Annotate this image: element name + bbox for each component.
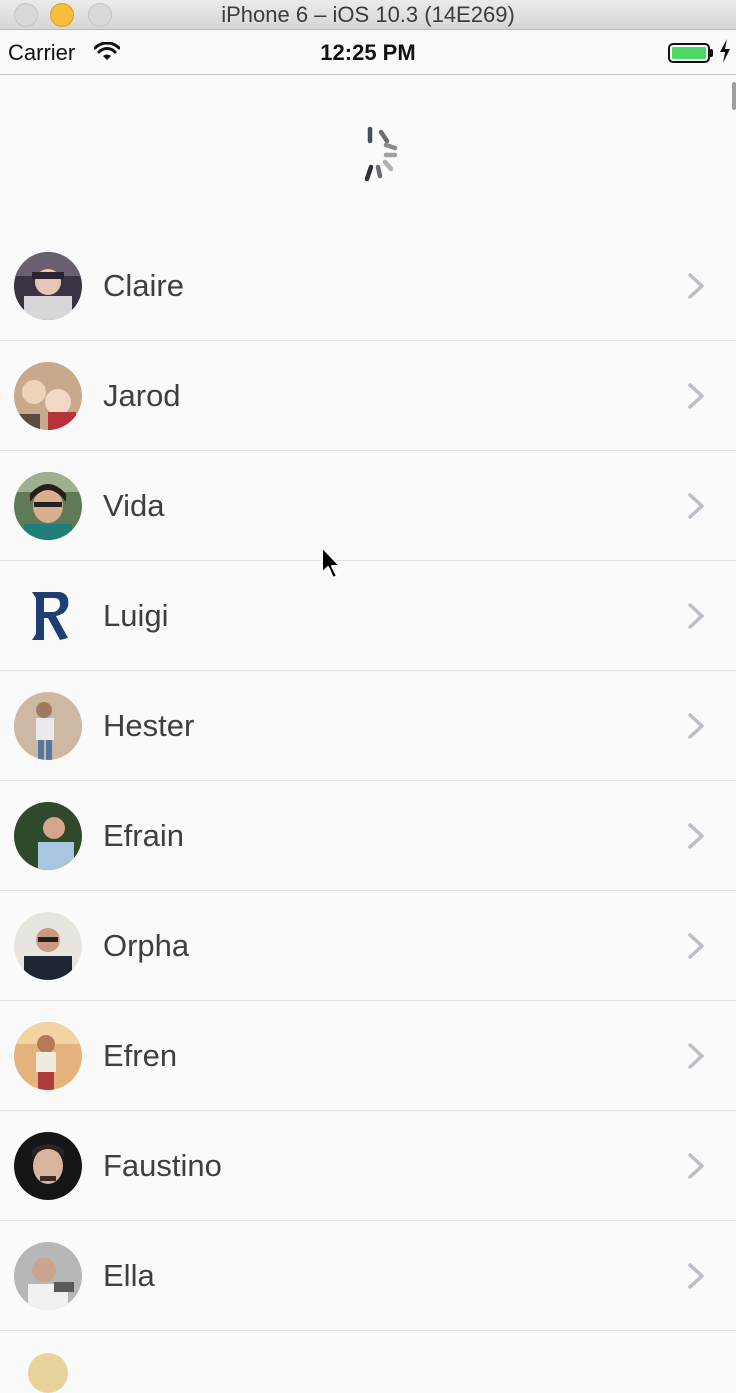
chevron-right-icon — [686, 1042, 706, 1075]
avatar — [14, 472, 82, 540]
window-title: iPhone 6 – iOS 10.3 (14E269) — [221, 2, 515, 27]
contact-name: Jarod — [103, 378, 181, 413]
contact-name: Claire — [103, 268, 184, 303]
avatar — [14, 802, 82, 870]
avatar — [14, 1132, 82, 1200]
status-bar: Carrier 12:25 PM — [0, 30, 736, 75]
contact-name: Hester — [103, 708, 195, 743]
loading-spinner-icon — [356, 124, 404, 184]
contact-name: Faustino — [103, 1148, 222, 1183]
simulator-title-bar: iPhone 6 – iOS 10.3 (14E269) — [0, 0, 736, 30]
contact-name: Efren — [103, 1038, 178, 1073]
battery-icon — [668, 43, 713, 63]
list-item[interactable]: Orpha — [0, 891, 736, 1001]
contact-name: Efrain — [103, 818, 184, 853]
mouse-cursor-icon — [320, 545, 344, 586]
list-item[interactable]: Vida — [0, 451, 736, 561]
chevron-right-icon — [686, 712, 706, 745]
chevron-right-icon — [686, 1152, 706, 1185]
chevron-right-icon — [686, 932, 706, 965]
chevron-right-icon — [686, 1262, 706, 1295]
list-item[interactable]: Faustino — [0, 1111, 736, 1221]
avatar — [14, 912, 82, 980]
list-item[interactable]: Luigi — [0, 561, 736, 671]
avatar — [14, 692, 82, 760]
contact-name: Orpha — [103, 928, 190, 963]
avatar — [14, 582, 82, 650]
scroll-indicator[interactable] — [732, 82, 736, 110]
chevron-right-icon — [686, 492, 706, 525]
avatar — [28, 1353, 68, 1393]
avatar — [14, 1242, 82, 1310]
avatar — [14, 1022, 82, 1090]
contact-name: Vida — [103, 488, 165, 523]
contact-name: Luigi — [103, 598, 169, 633]
list-item[interactable]: Jarod — [0, 341, 736, 451]
contact-name: Ella — [103, 1258, 155, 1293]
status-time: 12:25 PM — [320, 40, 416, 65]
chevron-right-icon — [686, 272, 706, 305]
list-item[interactable]: Hester — [0, 671, 736, 781]
charging-bolt-icon — [719, 39, 731, 68]
list-item[interactable]: Efren — [0, 1001, 736, 1111]
chevron-right-icon — [686, 382, 706, 415]
avatar — [14, 362, 82, 430]
chevron-right-icon — [686, 822, 706, 855]
avatar — [14, 252, 82, 320]
list-item[interactable]: Efrain — [0, 781, 736, 891]
contact-list: Claire Jarod Vida Luigi Hester Efrain Or… — [0, 231, 736, 1331]
list-item[interactable]: Claire — [0, 231, 736, 341]
chevron-right-icon — [686, 602, 706, 635]
list-item[interactable]: Ella — [0, 1221, 736, 1331]
